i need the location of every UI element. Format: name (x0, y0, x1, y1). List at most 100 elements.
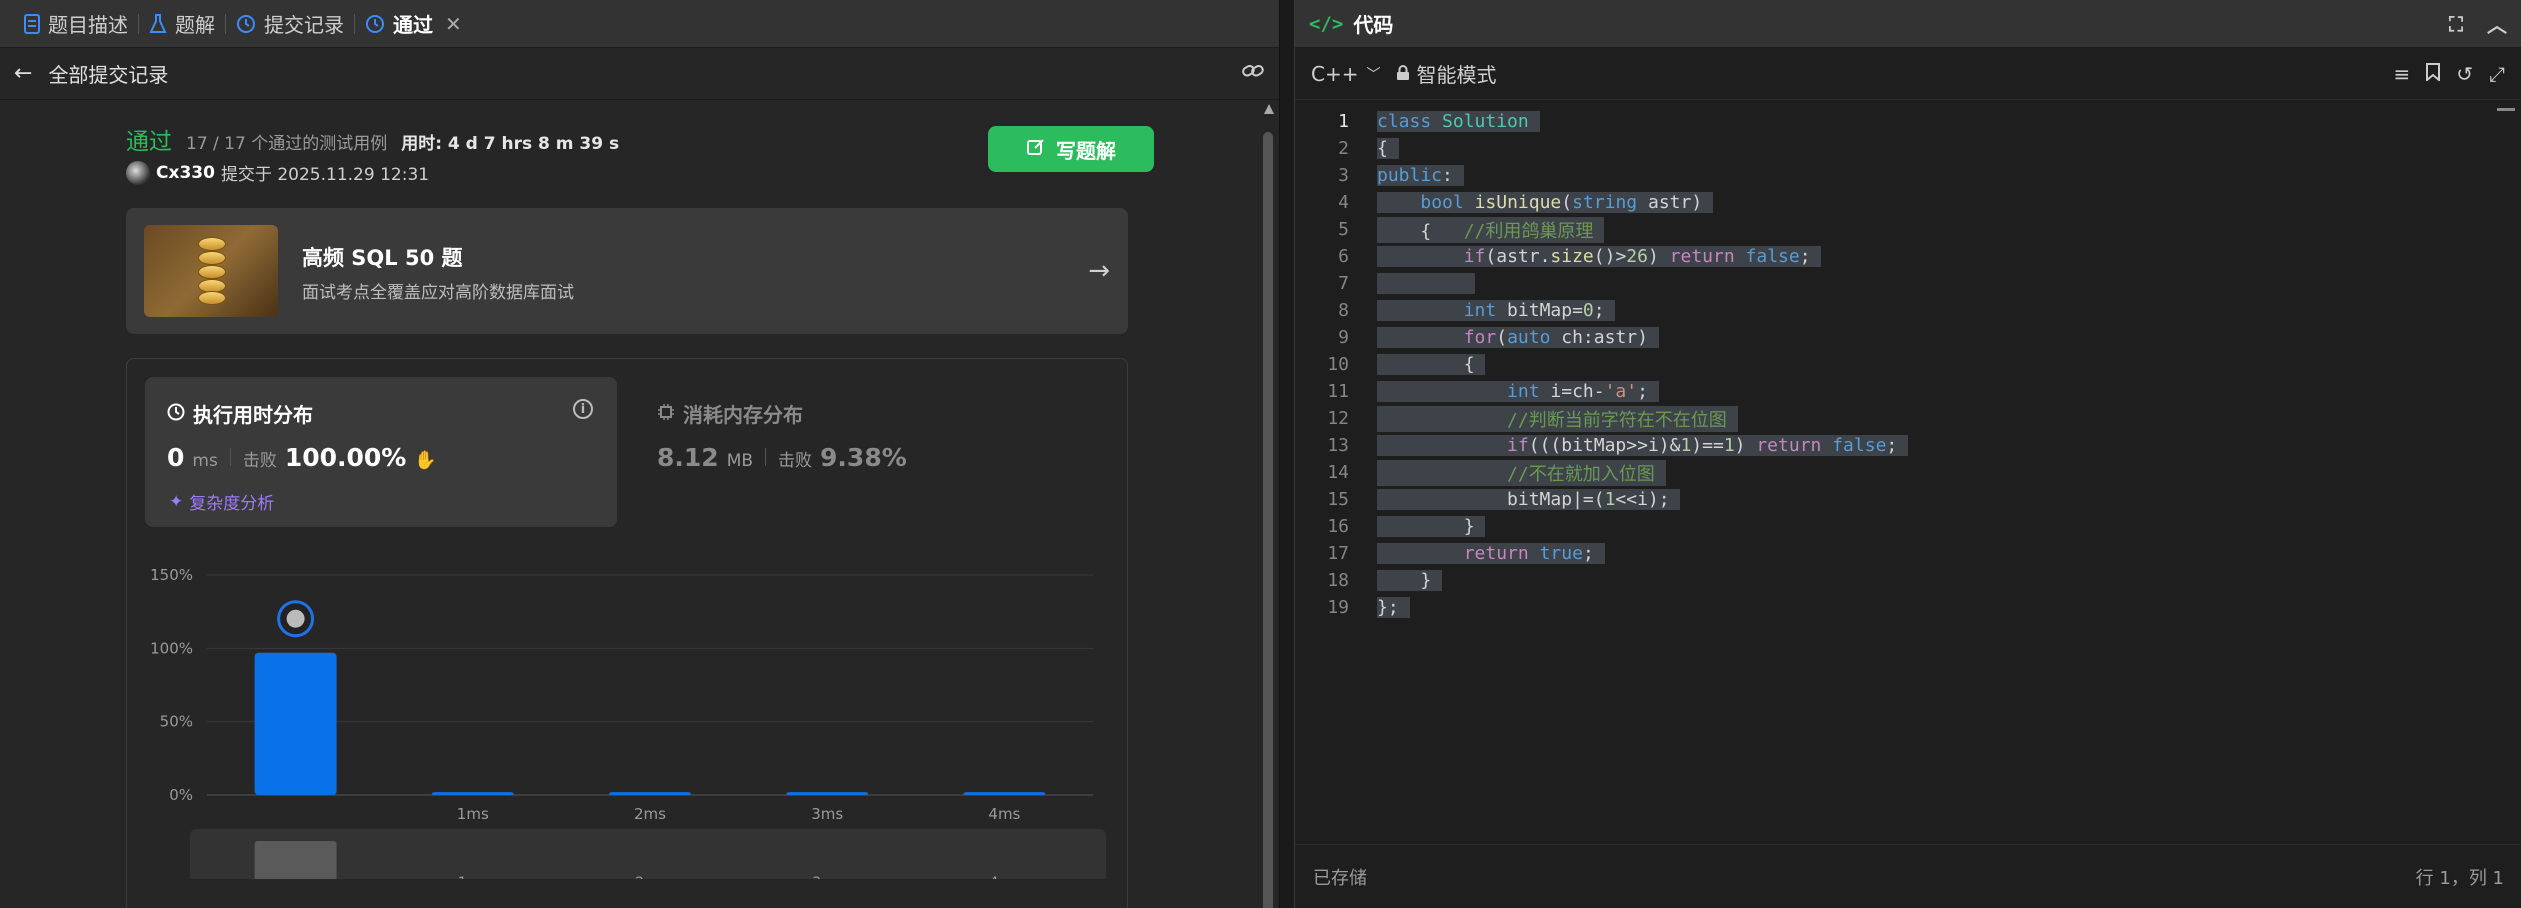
code-line[interactable]: 17 return true; (1295, 540, 1605, 567)
chevron-up-icon[interactable]: ︿ (2487, 9, 2507, 38)
language-select[interactable]: C++ ﹀ (1311, 62, 1380, 86)
code-text: return true; (1377, 543, 1605, 564)
stats-card: 执行用时分布 i 0 ms 击败 100.00% ✋ ✦ 复杂度分析 消耗内存分… (126, 358, 1128, 908)
code-line[interactable]: 10 { (1295, 351, 1486, 378)
code-title: 代码 (1353, 13, 1394, 37)
tab-submissions[interactable]: 提交记录 (226, 0, 354, 48)
line-number: 6 (1338, 246, 1349, 267)
scrollbar-thumb[interactable] (2497, 108, 2515, 111)
flask-icon (149, 13, 167, 34)
elapsed-time: 用时: 4 d 7 hrs 8 m 39 s (401, 134, 620, 154)
runtime-distribution-tab[interactable]: 执行用时分布 i 0 ms 击败 100.00% ✋ ✦ 复杂度分析 (145, 377, 617, 527)
code-text (1377, 273, 1475, 294)
line-number: 9 (1338, 327, 1349, 348)
tab-accepted[interactable]: 通过 ✕ (355, 0, 472, 48)
code-text: int bitMap=0; (1377, 300, 1616, 321)
code-line[interactable]: 14 //不在就加入位图 (1295, 459, 1666, 486)
y-tick-label: 50% (160, 713, 193, 731)
code-line[interactable]: 15 bitMap|=(1<<i); (1295, 486, 1681, 513)
line-number: 13 (1327, 435, 1349, 456)
bookmark-icon[interactable] (2426, 62, 2441, 86)
promo-card[interactable]: 高频 SQL 50 题 面试考点全覆盖应对高阶数据库面试 → (126, 208, 1128, 334)
runtime-title-label: 执行用时分布 (193, 403, 313, 427)
avatar[interactable] (126, 160, 150, 185)
overview-bar (254, 841, 337, 879)
code-panel: </> 代码 ⛶ ︿ C++ ﹀ 智能模式 ≡ ↺ ⤢ 1 class Solu… (1294, 0, 2521, 908)
line-number: 15 (1327, 489, 1349, 510)
runtime-value-row: 0 ms 击败 100.00% ✋ (167, 443, 437, 472)
tab-description-label: 题目描述 (48, 13, 128, 37)
code-text: } (1377, 570, 1443, 591)
chart-bar (254, 652, 337, 795)
x-tick-label: 3ms (811, 805, 843, 823)
code-line[interactable]: 16 } (1295, 513, 1486, 540)
sparkle-icon: ✦ (169, 491, 184, 512)
line-number: 14 (1327, 462, 1349, 483)
code-editor[interactable]: 1 class Solution 2{ 3 public: 4 bool isUni… (1295, 108, 2521, 828)
line-number: 3 (1338, 165, 1349, 186)
code-text: bitMap|=(1<<i); (1377, 489, 1681, 510)
code-icon: </> (1309, 12, 1344, 35)
scrollbar[interactable] (1262, 104, 1274, 908)
left-tab-bar: 题目描述 题解 提交记录 通过 ✕ (0, 0, 1279, 48)
line-number: 2 (1338, 138, 1349, 159)
close-icon[interactable]: ✕ (445, 12, 462, 36)
author-name[interactable]: Cx330 (156, 163, 215, 183)
line-number: 5 (1338, 219, 1349, 240)
write-solution-button[interactable]: 写题解 (988, 126, 1154, 172)
memory-distribution-tab[interactable]: 消耗内存分布 (657, 399, 803, 428)
link-icon[interactable] (1241, 61, 1265, 86)
divider (229, 448, 231, 466)
fullscreen-icon[interactable]: ⛶ (2449, 12, 2463, 36)
complexity-analysis-link[interactable]: ✦ 复杂度分析 (169, 489, 274, 515)
history-icon (365, 14, 385, 34)
code-line[interactable]: 6 if(astr.size()>26) return false; (1295, 243, 1822, 270)
tab-solutions-label: 题解 (175, 13, 215, 37)
line-number: 4 (1338, 192, 1349, 213)
code-line[interactable]: 5 { //利用鸽巢原理 (1295, 216, 1605, 243)
code-text: { (1377, 138, 1399, 159)
code-text: //不在就加入位图 (1377, 459, 1666, 486)
code-line[interactable]: 19}; (1295, 594, 1410, 621)
expand-icon[interactable]: ⤢ (2489, 62, 2505, 86)
line-number: 11 (1327, 381, 1349, 402)
code-text: { //利用鸽巢原理 (1377, 216, 1605, 243)
format-icon[interactable]: ≡ (2393, 62, 2410, 86)
chip-icon (657, 402, 675, 426)
code-line[interactable]: 4 bool isUnique(string astr) (1295, 189, 1713, 216)
info-icon[interactable]: i (573, 399, 593, 419)
line-number: 12 (1327, 408, 1349, 429)
code-line[interactable]: 7 (1295, 270, 1475, 297)
back-link[interactable]: 全部提交记录 (48, 59, 168, 88)
code-line[interactable]: 12 //判断当前字符在不在位图 (1295, 405, 1738, 432)
code-line[interactable]: 13 if(((bitMap>>i)&1)==1) return false; (1295, 432, 1909, 459)
database-icon (144, 225, 278, 317)
code-line[interactable]: 1 class Solution (1295, 108, 1540, 135)
overview-tick-label: 4ms (989, 875, 1019, 879)
code-line[interactable]: 3 public: (1295, 162, 1464, 189)
submitted-time: 提交于 2025.11.29 12:31 (220, 165, 430, 185)
clock-icon (167, 402, 185, 426)
reset-icon[interactable]: ↺ (2456, 62, 2473, 86)
testcase-count: 17 / 17 个通过的测试用例 (186, 134, 388, 154)
code-header: </> 代码 ⛶ ︿ (1295, 0, 2521, 48)
code-line[interactable]: 9 for(auto ch:astr) (1295, 324, 1659, 351)
runtime-unit: ms (192, 451, 218, 471)
tab-description[interactable]: 题目描述 (14, 0, 138, 48)
line-number: 19 (1327, 597, 1349, 618)
code-line[interactable]: 11 int i=ch-'a'; (1295, 378, 1659, 405)
author-row: Cx330 提交于 2025.11.29 12:31 (126, 160, 429, 185)
code-line[interactable]: 8 int bitMap=0; (1295, 297, 1616, 324)
code-text: int i=ch-'a'; (1377, 381, 1659, 402)
code-line[interactable]: 18 } (1295, 567, 1443, 594)
chart-bar (963, 792, 1046, 795)
code-text: bool isUnique(string astr) (1377, 192, 1713, 213)
tab-solutions[interactable]: 题解 (139, 0, 225, 48)
y-tick-label: 100% (150, 639, 193, 657)
y-tick-label: 0% (169, 786, 193, 804)
mode-toggle[interactable]: 智能模式 (1396, 59, 1496, 88)
back-arrow-icon[interactable]: ← (14, 61, 32, 86)
code-line[interactable]: 2{ (1295, 135, 1399, 162)
runtime-title: 执行用时分布 (167, 399, 313, 428)
celebrate-icon: ✋ (414, 450, 437, 471)
